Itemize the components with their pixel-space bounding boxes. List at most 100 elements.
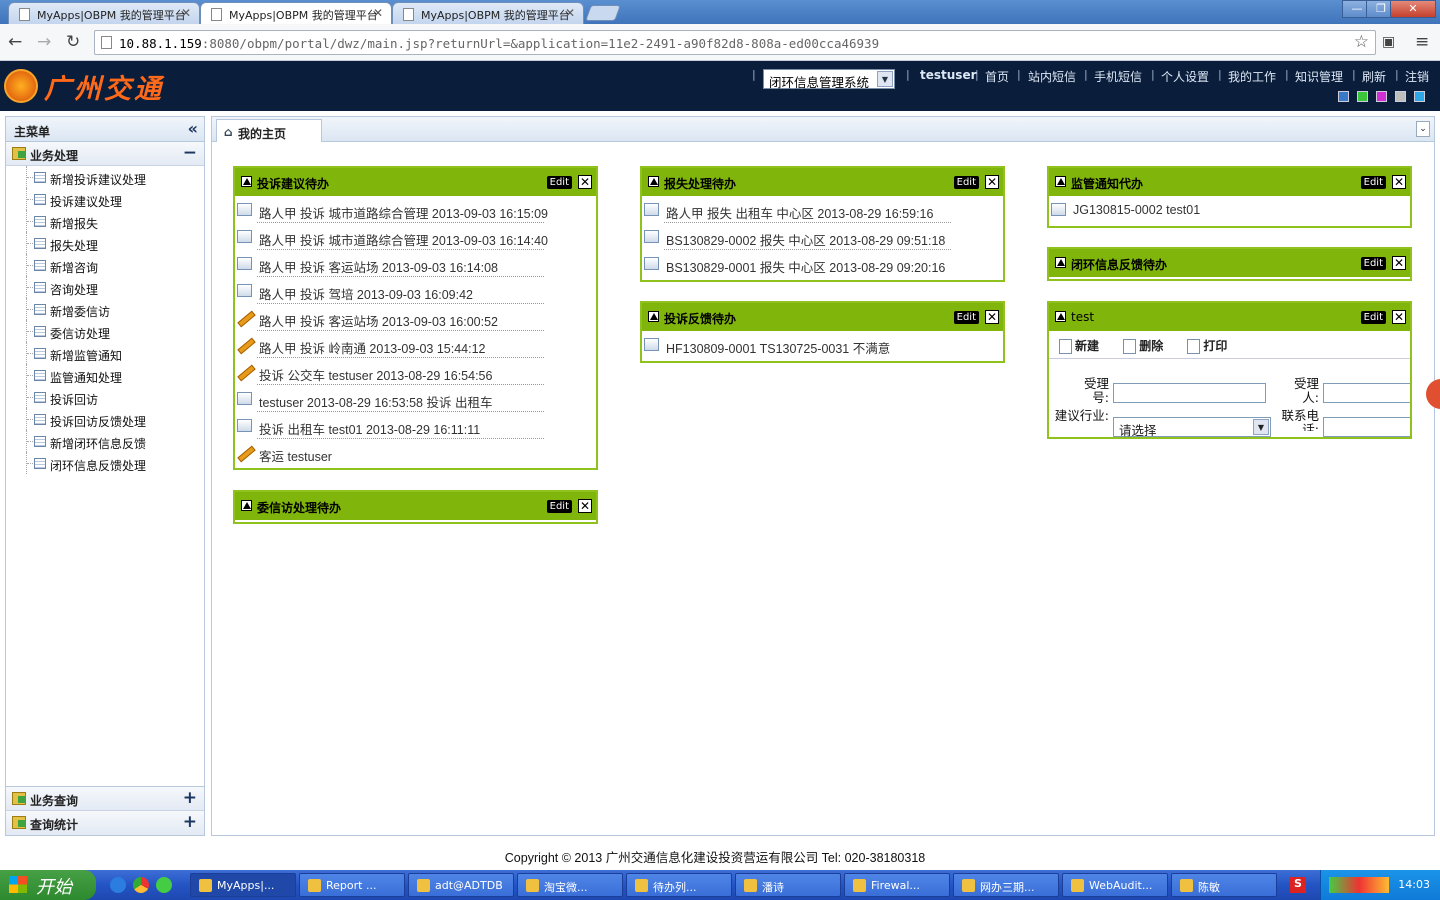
sidebar-menu-item[interactable]: 新增报失	[6, 210, 204, 232]
delete-button[interactable]: 删除	[1123, 339, 1163, 353]
edit-button[interactable]: Edit	[953, 176, 979, 189]
app-icon[interactable]	[156, 877, 172, 893]
sidebar-menu-item[interactable]: 新增监管通知	[6, 342, 204, 364]
menu-icon[interactable]: ≡	[1415, 32, 1429, 52]
browser-tab[interactable]: MyApps|OBPM 我的管理平台 ✕	[392, 2, 584, 24]
sidebar-menu-item[interactable]: 投诉回访	[6, 386, 204, 408]
portlet-row[interactable]: BS130829-0002 报失 中心区 2013-08-29 09:51:18	[642, 223, 1003, 250]
sidebar-menu-item[interactable]: 报失处理	[6, 232, 204, 254]
close-window-button[interactable]: ✕	[1390, 0, 1436, 18]
close-icon[interactable]: ✕	[565, 6, 575, 20]
portlet-row[interactable]: 路人甲 投诉 客运站场 2013-09-03 16:14:08	[235, 250, 596, 277]
taskbar-task[interactable]: 待办列...	[626, 873, 732, 897]
edit-button[interactable]: Edit	[546, 500, 572, 513]
taskbar-task[interactable]: MyApps|...	[190, 873, 296, 897]
sidebar-menu-item[interactable]: 闭环信息反馈处理	[6, 452, 204, 474]
sidebar-menu-item[interactable]: 咨询处理	[6, 276, 204, 298]
taskbar-task[interactable]: 淘宝微...	[517, 873, 623, 897]
taskbar-task[interactable]: 陈敏	[1171, 873, 1277, 897]
system-select[interactable]: 闭环信息管理系统 ▼	[763, 69, 895, 90]
input-method-icon[interactable]: S	[1290, 877, 1306, 893]
theme-swatch-blue[interactable]	[1338, 91, 1349, 102]
username-link[interactable]: testuser	[920, 68, 977, 82]
collapse-triangle-icon[interactable]	[1055, 257, 1066, 268]
portlet-row[interactable]: HF130809-0001 TS130725-0031 不满意	[642, 331, 1003, 358]
nav-refresh[interactable]: 刷新	[1362, 68, 1386, 85]
close-icon[interactable]: ✕	[985, 175, 999, 189]
edit-button[interactable]: Edit	[1360, 311, 1386, 324]
back-icon[interactable]: ←	[8, 32, 22, 52]
collapse-triangle-icon[interactable]	[1055, 176, 1066, 187]
url-text[interactable]: 10.88.1.159:8080/obpm/portal/dwz/main.js…	[119, 36, 879, 51]
close-icon[interactable]: ✕	[181, 6, 191, 20]
sidebar-menu-item[interactable]: 新增闭环信息反馈	[6, 430, 204, 452]
edit-button[interactable]: Edit	[953, 311, 979, 324]
browser-tab-active[interactable]: MyApps|OBPM 我的管理平台 ✕	[200, 2, 392, 25]
nav-my-work[interactable]: 我的工作	[1228, 68, 1276, 85]
new-tab-button[interactable]	[585, 5, 621, 21]
theme-swatch-silver[interactable]	[1395, 91, 1406, 102]
reload-icon[interactable]: ↻	[66, 32, 80, 52]
taskbar-task[interactable]: 网办三期...	[953, 873, 1059, 897]
address-bar[interactable]: 10.88.1.159:8080/obpm/portal/dwz/main.js…	[94, 30, 1376, 55]
phone-input[interactable]	[1323, 417, 1410, 437]
taskbar-task[interactable]: Report ...	[299, 873, 405, 897]
tray-icons[interactable]	[1329, 877, 1389, 893]
extension-icon[interactable]: ▣	[1382, 32, 1395, 52]
sidebar-menu-item[interactable]: 投诉建议处理	[6, 188, 204, 210]
sidebar-section-statistics[interactable]: 查询统计 +	[6, 811, 204, 835]
bookmark-star-icon[interactable]: ☆	[1354, 32, 1369, 52]
sidebar-menu-item[interactable]: 委信访处理	[6, 320, 204, 342]
accept-no-input[interactable]	[1113, 383, 1266, 403]
edit-button[interactable]: Edit	[546, 176, 572, 189]
new-button[interactable]: 新建	[1059, 339, 1099, 353]
collapse-triangle-icon[interactable]	[648, 176, 659, 187]
taskbar-task[interactable]: adt@ADTDB	[408, 873, 514, 897]
sidebar-menu-item[interactable]: 投诉回访反馈处理	[6, 408, 204, 430]
portlet-row[interactable]: 路人甲 报失 出租车 中心区 2013-08-29 16:59:16	[642, 196, 1003, 223]
collapse-icon[interactable]: −	[183, 143, 197, 163]
taskbar-task[interactable]: 潘诗	[735, 873, 841, 897]
industry-select[interactable]: 请选择 ▼	[1113, 417, 1271, 437]
theme-swatch-azure[interactable]	[1414, 91, 1425, 102]
close-icon[interactable]: ✕	[1392, 310, 1406, 324]
sidebar-section-business[interactable]: 业务处理 −	[6, 142, 204, 166]
taskbar-task[interactable]: Firewal...	[844, 873, 950, 897]
portlet-row[interactable]: JG130815-0002 test01	[1049, 196, 1410, 223]
theme-swatch-purple[interactable]	[1376, 91, 1387, 102]
close-icon[interactable]: ✕	[578, 175, 592, 189]
sidebar-menu-item[interactable]: 新增投诉建议处理	[6, 166, 204, 188]
collapse-triangle-icon[interactable]	[241, 176, 252, 187]
expand-icon[interactable]: +	[183, 812, 197, 832]
start-button[interactable]: 开始	[0, 870, 96, 900]
nav-home[interactable]: 首页	[985, 68, 1009, 85]
portlet-row[interactable]: 路人甲 投诉 岭南通 2013-09-03 15:44:12	[235, 331, 596, 358]
tab-list-dropdown-icon[interactable]: ⌄	[1416, 121, 1430, 137]
nav-logout[interactable]: 注销	[1405, 68, 1429, 85]
nav-personal-settings[interactable]: 个人设置	[1161, 68, 1209, 85]
portlet-row[interactable]: 客运 testuser	[235, 439, 596, 466]
portlet-row[interactable]: 路人甲 投诉 客运站场 2013-09-03 16:00:52	[235, 304, 596, 331]
edit-button[interactable]: Edit	[1360, 257, 1386, 270]
nav-sms[interactable]: 手机短信	[1094, 68, 1142, 85]
taskbar-task[interactable]: WebAudit...	[1062, 873, 1168, 897]
tab-home[interactable]: ⌂ 我的主页	[216, 119, 322, 142]
edit-button[interactable]: Edit	[1360, 176, 1386, 189]
nav-internal-message[interactable]: 站内短信	[1028, 68, 1076, 85]
sidebar-menu-item[interactable]: 新增委信访	[6, 298, 204, 320]
print-button[interactable]: 打印	[1187, 339, 1227, 353]
floating-tab-icon[interactable]	[1426, 379, 1440, 409]
portlet-row[interactable]: BS130829-0001 报失 中心区 2013-08-29 09:20:16	[642, 250, 1003, 277]
portlet-row[interactable]: 投诉 公交车 testuser 2013-08-29 16:54:56	[235, 358, 596, 385]
collapse-triangle-icon[interactable]	[648, 311, 659, 322]
chrome-icon[interactable]	[133, 877, 149, 893]
ie-icon[interactable]	[110, 877, 126, 893]
close-icon[interactable]: ✕	[373, 6, 383, 20]
sidebar-section-query[interactable]: 业务查询 +	[6, 787, 204, 811]
portlet-row[interactable]: 投诉 出租车 test01 2013-08-29 16:11:11	[235, 412, 596, 439]
acceptor-input[interactable]	[1323, 383, 1410, 403]
portlet-row[interactable]: 路人甲 投诉 城市道路综合管理 2013-09-03 16:15:09	[235, 196, 596, 223]
close-icon[interactable]: ✕	[985, 310, 999, 324]
collapse-sidebar-icon[interactable]: «	[188, 119, 198, 138]
sidebar-menu-item[interactable]: 新增咨询	[6, 254, 204, 276]
